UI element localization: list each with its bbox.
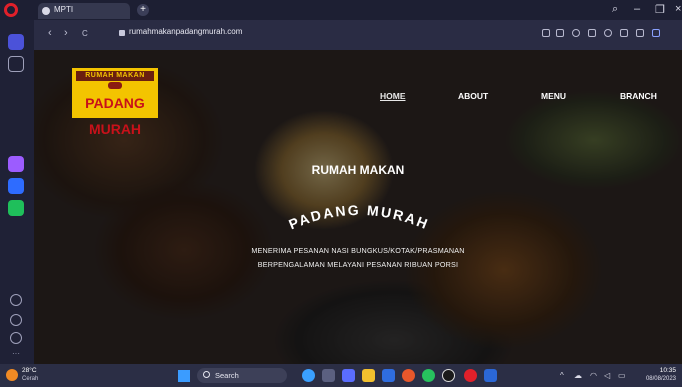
lock-icon[interactable] <box>119 30 125 36</box>
tray-chevron-icon[interactable]: ^ <box>560 371 564 380</box>
vpn-icon[interactable] <box>572 29 580 37</box>
forward-button[interactable]: › <box>64 27 68 39</box>
word-icon[interactable] <box>484 369 497 382</box>
new-tab-button[interactable]: + <box>137 4 149 16</box>
hero-arc-title: PADANG MURAH <box>286 202 431 233</box>
logo-bottom-text: PADANG MURAH <box>85 95 145 137</box>
file-explorer-icon[interactable] <box>362 369 375 382</box>
play-icon[interactable] <box>588 29 596 37</box>
clock-time[interactable]: 10:35 <box>644 367 676 374</box>
player-sidebar-icon[interactable] <box>10 294 22 306</box>
hero-line-2: BERPENGALAMAN MELAYANI PESANAN RIBUAN PO… <box>257 260 459 269</box>
nav-about[interactable]: ABOUT <box>458 91 488 101</box>
address-bar: ‹ › C rumahmakanpadangmurah.com <box>34 20 682 50</box>
opera-taskbar-icon[interactable] <box>464 369 477 382</box>
taskbar-search[interactable]: Search <box>197 368 287 383</box>
task-view-icon[interactable] <box>322 369 335 382</box>
browser-tab[interactable]: MPTI <box>38 3 130 19</box>
player-icon[interactable] <box>620 29 628 37</box>
meet-icon[interactable] <box>342 369 355 382</box>
copilot-icon[interactable] <box>302 369 315 382</box>
back-button[interactable]: ‹ <box>48 27 52 39</box>
site-logo[interactable]: RUMAH MAKAN PADANG MURAH <box>72 68 158 137</box>
tray-app-icon[interactable]: ☁ <box>574 371 582 380</box>
heart-icon[interactable] <box>604 29 612 37</box>
nav-home[interactable]: HOME <box>380 91 406 101</box>
opera-icon[interactable] <box>4 3 18 17</box>
history-icon[interactable] <box>10 332 22 344</box>
logo-top-text: RUMAH MAKAN <box>76 71 154 81</box>
minimize-icon[interactable]: – <box>634 3 640 15</box>
hero-line-1: MENERIMA PESANAN NASI BUNGKUS/KOTAK/PRAS… <box>251 246 465 255</box>
logo-badge <box>108 82 122 89</box>
hero-arc-text: PADANG MURAH <box>286 202 429 233</box>
nav-branch[interactable]: BRANCH <box>620 91 657 101</box>
restore-icon[interactable]: ❐ <box>655 3 665 16</box>
store-icon[interactable] <box>382 369 395 382</box>
browser-sidebar: ··· <box>0 20 34 364</box>
more-icon[interactable]: ··· <box>10 350 22 362</box>
windows-start-icon[interactable] <box>178 370 190 382</box>
firefox-icon[interactable] <box>402 369 415 382</box>
clock-date[interactable]: 08/08/2023 <box>634 376 676 382</box>
svg-text:PADANG MURAH: PADANG MURAH <box>286 202 431 233</box>
weather-condition[interactable]: Cerah <box>22 376 38 382</box>
profile-icon[interactable] <box>652 29 660 37</box>
url-field[interactable]: rumahmakanpadangmurah.com <box>129 27 242 36</box>
web-page: RUMAH MAKAN PADANG MURAH HOME ABOUT MENU… <box>34 50 682 364</box>
wifi-icon[interactable]: ◠ <box>590 371 597 380</box>
whatsapp-taskbar-icon[interactable] <box>422 369 435 382</box>
camera-icon[interactable] <box>542 29 550 37</box>
weather-temperature[interactable]: 28°C <box>22 367 37 374</box>
hero-title: RUMAH MAKAN <box>311 163 405 177</box>
snapshot-icon[interactable] <box>556 29 564 37</box>
close-icon[interactable]: × <box>675 3 681 15</box>
battery-icon[interactable]: ▭ <box>618 371 626 380</box>
nav-menu[interactable]: MENU <box>541 91 566 101</box>
star-icon[interactable] <box>8 56 24 72</box>
home-icon[interactable] <box>8 34 24 50</box>
weather-sun-icon[interactable] <box>6 369 18 381</box>
messenger-icon[interactable] <box>8 178 24 194</box>
browser-titlebar: MPTI + ⌕ – ❐ × <box>0 0 682 20</box>
whatsapp-icon[interactable] <box>8 200 24 216</box>
media-player-icon[interactable] <box>442 369 455 382</box>
tab-title: MPTI <box>54 5 74 14</box>
reload-button[interactable]: C <box>82 29 88 38</box>
search-icon <box>203 371 210 378</box>
search-label: Search <box>215 371 239 380</box>
easy-setup-icon[interactable] <box>636 29 644 37</box>
aria-icon[interactable] <box>8 156 24 172</box>
tab-favicon-icon <box>42 7 50 15</box>
search-tabs-icon[interactable]: ⌕ <box>612 3 618 16</box>
windows-taskbar: 28°C Cerah Search ^ ☁ ◠ ◁ ▭ 10:35 08/08/… <box>0 364 682 387</box>
favorites-sidebar-icon[interactable] <box>10 314 22 326</box>
volume-icon[interactable]: ◁ <box>604 371 610 380</box>
